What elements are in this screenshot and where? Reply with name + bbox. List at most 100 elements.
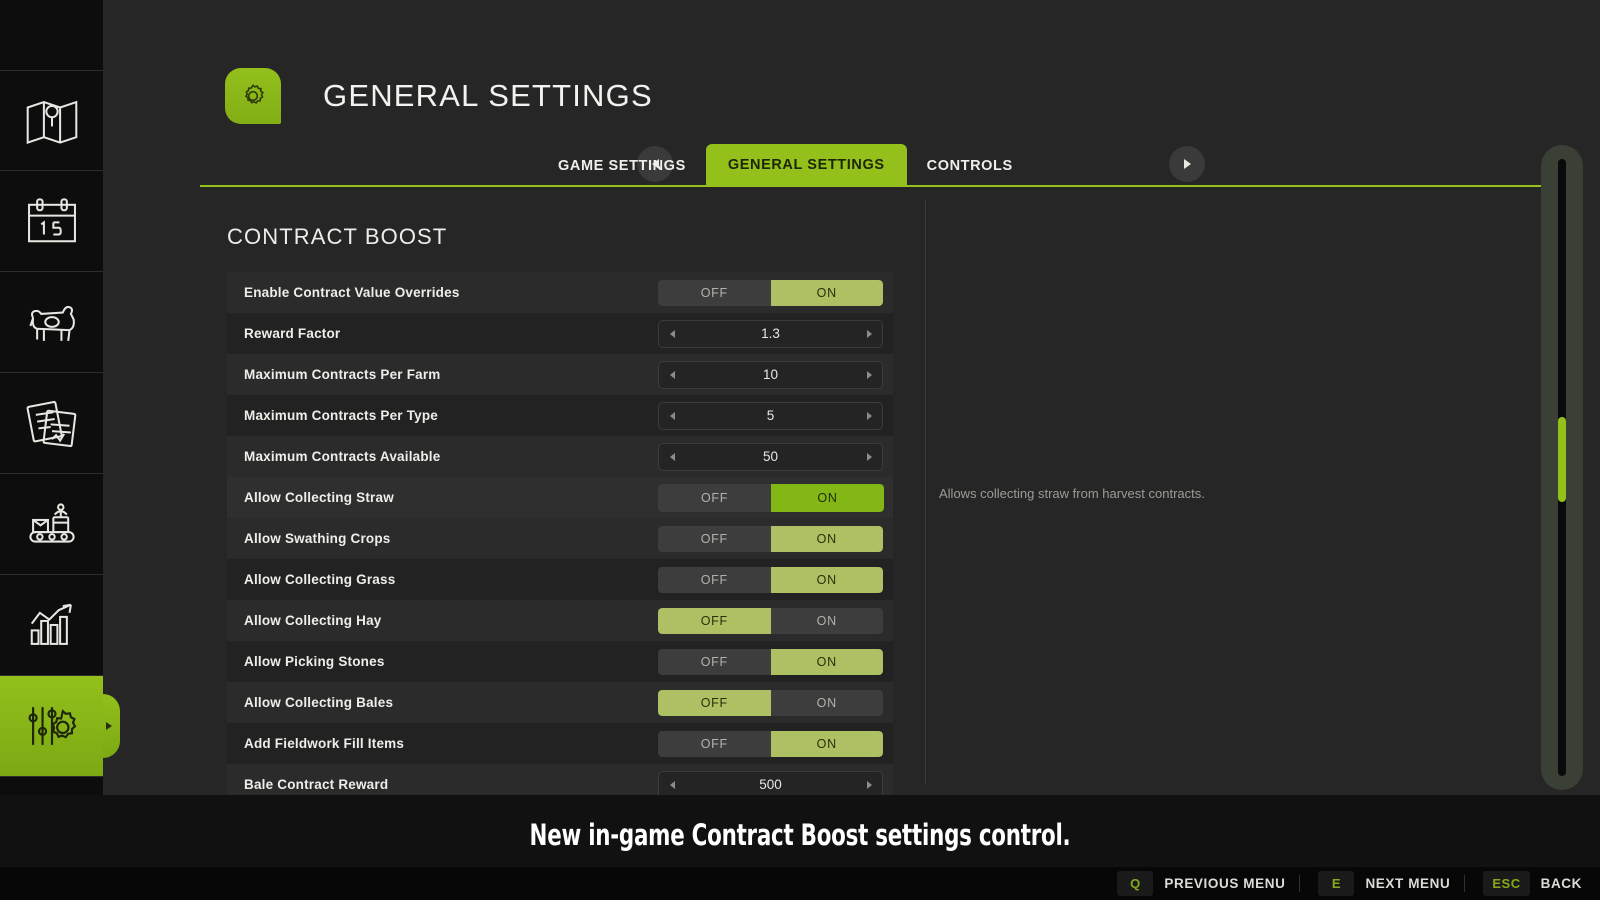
calendar-icon xyxy=(25,196,79,246)
stepper-decrement-arrow-icon[interactable] xyxy=(659,370,685,379)
toggle-switch[interactable]: OFF ON xyxy=(658,566,883,593)
stepper-increment-arrow-icon[interactable] xyxy=(856,780,882,789)
setting-row[interactable]: Enable Contract Value Overrides OFF ON xyxy=(227,272,893,313)
toggle-option-on[interactable]: ON xyxy=(770,689,883,716)
sidebar-item-contracts[interactable] xyxy=(0,373,103,474)
scrollbar-track[interactable] xyxy=(1558,159,1566,776)
number-stepper[interactable]: 500 xyxy=(658,770,883,795)
game-settings-screen: GENERAL SETTINGS GAME SETTINGS GENERAL SE… xyxy=(0,0,1600,900)
stepper-increment-arrow-icon[interactable] xyxy=(856,411,882,420)
stepper-increment-arrow-icon[interactable] xyxy=(856,329,882,338)
scrollbar[interactable] xyxy=(1541,145,1583,790)
arrow-right-icon[interactable] xyxy=(1169,146,1205,182)
setting-label: Allow Collecting Bales xyxy=(244,695,394,710)
number-stepper[interactable]: 5 xyxy=(658,401,883,430)
setting-control: 1.3 xyxy=(658,319,883,348)
toggle-switch[interactable]: OFF ON xyxy=(658,483,884,512)
setting-row[interactable]: Allow Swathing Crops OFF ON xyxy=(227,518,893,559)
toggle-option-on[interactable]: ON xyxy=(770,607,883,634)
stepper-value: 1.3 xyxy=(761,326,780,341)
sidebar-item-calendar[interactable] xyxy=(0,171,103,272)
documents-icon xyxy=(25,398,79,448)
setting-row[interactable]: Allow Collecting Grass OFF ON xyxy=(227,559,893,600)
toggle-switch[interactable]: OFF ON xyxy=(658,730,883,757)
main-panel: GENERAL SETTINGS GAME SETTINGS GENERAL SE… xyxy=(103,0,1600,900)
setting-row[interactable]: Maximum Contracts Per Type 5 xyxy=(227,395,893,436)
stepper-value: 50 xyxy=(762,449,779,464)
setting-row[interactable]: Bale Contract Reward 500 xyxy=(227,764,893,795)
toggle-option-on[interactable]: ON xyxy=(770,648,883,675)
setting-row[interactable]: Maximum Contracts Available 50 xyxy=(227,436,893,477)
tab-controls[interactable]: CONTROLS xyxy=(909,147,1031,185)
toggle-option-on[interactable]: ON xyxy=(770,279,883,306)
sidebar-item-map[interactable] xyxy=(0,70,103,171)
setting-control: OFF ON xyxy=(658,730,883,757)
setting-label: Enable Contract Value Overrides xyxy=(244,285,460,300)
key-hint-next-menu[interactable]: E NEXT MENU xyxy=(1318,871,1450,896)
scrollbar-thumb[interactable] xyxy=(1558,417,1566,502)
stepper-decrement-arrow-icon[interactable] xyxy=(659,329,685,338)
setting-control: OFF ON xyxy=(658,566,883,593)
setting-control: OFF ON xyxy=(658,525,883,552)
toggle-switch[interactable]: OFF ON xyxy=(658,648,883,675)
key-hint-separator xyxy=(1299,875,1301,892)
key-hint-bar: Q PREVIOUS MENU E NEXT MENU ESC BACK xyxy=(0,867,1600,900)
setting-label: Allow Picking Stones xyxy=(244,654,385,669)
tab-game-settings[interactable]: GAME SETTINGS xyxy=(540,147,704,185)
sidebar-item-statistics[interactable] xyxy=(0,575,103,676)
toggle-option-on[interactable]: ON xyxy=(770,525,883,552)
sidebar-item-production[interactable] xyxy=(0,474,103,575)
number-stepper[interactable]: 50 xyxy=(658,442,883,471)
setting-row[interactable]: Maximum Contracts Per Farm 10 xyxy=(227,354,893,395)
sliders-gear-icon xyxy=(25,701,79,751)
key-hint-label: PREVIOUS MENU xyxy=(1164,876,1286,891)
setting-row[interactable]: Reward Factor 1.3 xyxy=(227,313,893,354)
stepper-decrement-arrow-icon[interactable] xyxy=(659,452,685,461)
cow-icon xyxy=(25,297,79,347)
tab-label: GAME SETTINGS xyxy=(558,158,686,174)
stepper-value: 10 xyxy=(762,367,779,382)
setting-row[interactable]: Add Fieldwork Fill Items OFF ON xyxy=(227,723,893,764)
key-hint-previous-menu[interactable]: Q PREVIOUS MENU xyxy=(1117,871,1285,896)
toggle-option-off[interactable]: OFF xyxy=(658,566,771,593)
toggle-option-on[interactable]: ON xyxy=(770,730,883,757)
key-cap: ESC xyxy=(1483,871,1530,896)
setting-row[interactable]: Allow Collecting Straw OFF ON xyxy=(227,477,893,518)
sidebar-item-animals[interactable] xyxy=(0,272,103,373)
stepper-decrement-arrow-icon[interactable] xyxy=(659,780,685,789)
tab-label: CONTROLS xyxy=(926,158,1013,174)
toggle-option-off[interactable]: OFF xyxy=(658,689,771,716)
caption-text: New in-game Contract Boost settings cont… xyxy=(529,818,1071,852)
tab-general-settings[interactable]: GENERAL SETTINGS xyxy=(705,144,907,185)
toggle-option-off[interactable]: OFF xyxy=(658,648,771,675)
toggle-option-off[interactable]: OFF xyxy=(658,279,771,306)
toggle-option-off[interactable]: OFF xyxy=(658,483,771,512)
toggle-switch[interactable]: OFF ON xyxy=(658,279,883,306)
key-hint-back[interactable]: ESC BACK xyxy=(1483,871,1582,896)
number-stepper[interactable]: 1.3 xyxy=(658,319,883,348)
toggle-option-off[interactable]: OFF xyxy=(658,607,771,634)
toggle-switch[interactable]: OFF ON xyxy=(658,607,883,634)
setting-row[interactable]: Allow Collecting Bales OFF ON xyxy=(227,682,893,723)
stepper-decrement-arrow-icon[interactable] xyxy=(659,411,685,420)
setting-label: Maximum Contracts Per Type xyxy=(244,408,439,423)
stepper-increment-arrow-icon[interactable] xyxy=(856,370,882,379)
toggle-option-on[interactable]: ON xyxy=(770,566,883,593)
map-icon xyxy=(25,96,79,146)
setting-label: Maximum Contracts Available xyxy=(244,449,441,464)
toggle-switch[interactable]: OFF ON xyxy=(658,525,883,552)
left-sidebar xyxy=(0,0,120,900)
toggle-option-on[interactable]: ON xyxy=(771,483,884,512)
setting-label: Reward Factor xyxy=(244,326,341,341)
setting-row[interactable]: Allow Picking Stones OFF ON xyxy=(227,641,893,682)
toggle-option-off[interactable]: OFF xyxy=(658,525,771,552)
toggle-option-off[interactable]: OFF xyxy=(658,730,771,757)
stepper-increment-arrow-icon[interactable] xyxy=(856,452,882,461)
stepper-value: 5 xyxy=(766,408,775,423)
key-cap: Q xyxy=(1117,871,1154,896)
toggle-switch[interactable]: OFF ON xyxy=(658,689,883,716)
sidebar-item-settings[interactable] xyxy=(0,676,120,777)
setting-row[interactable]: Allow Collecting Hay OFF ON xyxy=(227,600,893,641)
number-stepper[interactable]: 10 xyxy=(658,360,883,389)
conveyor-icon xyxy=(25,499,79,549)
